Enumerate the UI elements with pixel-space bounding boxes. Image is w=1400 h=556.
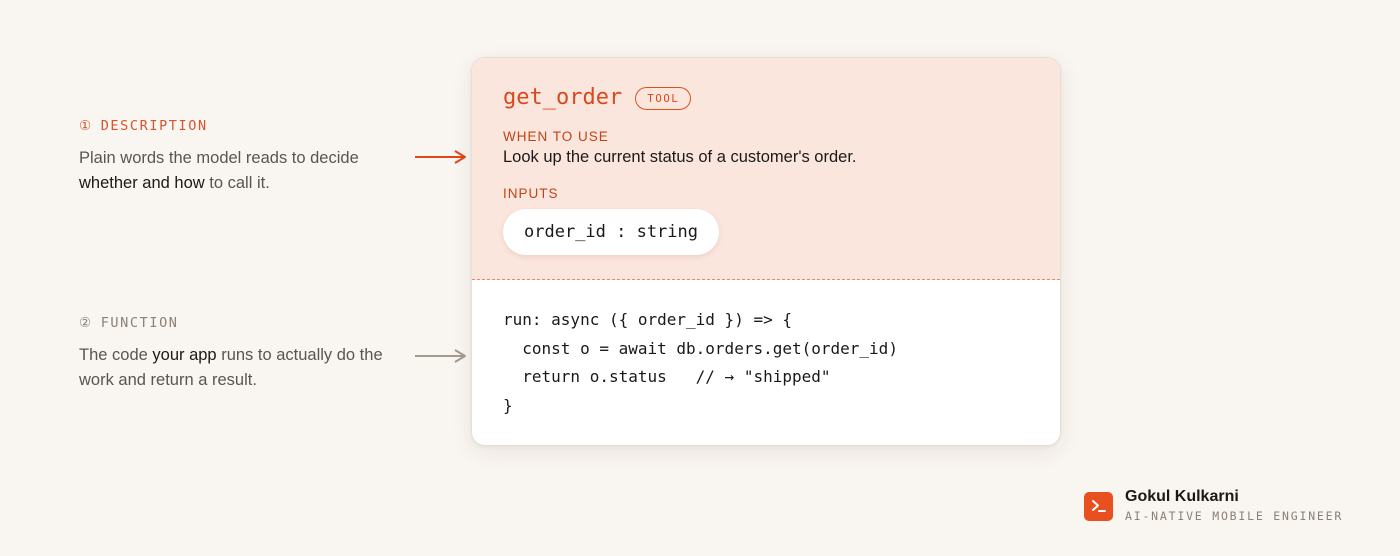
description-text: Plain words the model reads to decide wh… [79, 146, 409, 196]
description-text-part: Plain words the model reads to decide [79, 149, 359, 167]
code-line: return o.status // → "shipped" [503, 367, 831, 386]
code-line: const o = await db.orders.get(order_id) [503, 338, 898, 358]
description-label: ① DESCRIPTION [79, 117, 409, 135]
description-text-part: to call it. [204, 174, 270, 192]
author-signature: Gokul Kulkarni AI-NATIVE MOBILE ENGINEER [1084, 488, 1343, 524]
function-arrow-icon [415, 349, 466, 363]
code-line: run: async ({ order_id }) => { [503, 310, 792, 329]
function-number: ② [79, 315, 93, 331]
when-to-use-label: WHEN TO USE [503, 129, 609, 144]
function-text-part: The code [79, 346, 153, 364]
function-annotation: ② FUNCTION The code your app runs to act… [79, 314, 409, 393]
tool-name: get_order [503, 85, 623, 110]
author-role: AI-NATIVE MOBILE ENGINEER [1125, 509, 1344, 523]
function-label-text: FUNCTION [100, 315, 179, 331]
tool-card: get_order TOOL WHEN TO USE Look up the c… [471, 57, 1061, 446]
function-label: ② FUNCTION [79, 314, 409, 332]
description-arrow-icon [415, 150, 466, 164]
function-emphasis: your app [152, 346, 217, 364]
tool-description-section: get_order TOOL WHEN TO USE Look up the c… [472, 58, 1060, 280]
function-code-block: run: async ({ order_id }) => { const o =… [503, 306, 898, 420]
terminal-logo-icon [1084, 491, 1113, 521]
inputs-label: INPUTS [503, 186, 559, 201]
code-line: } [503, 395, 513, 415]
author-info: Gokul Kulkarni AI-NATIVE MOBILE ENGINEER [1125, 488, 1343, 524]
description-label-text: DESCRIPTION [100, 118, 208, 134]
when-to-use-text: Look up the current status of a customer… [503, 148, 857, 166]
description-annotation: ① DESCRIPTION Plain words the model read… [79, 117, 409, 196]
tool-header: get_order TOOL [503, 84, 692, 112]
input-parameter-pill: order_id : string [503, 209, 719, 255]
function-text: The code your app runs to actually do th… [79, 343, 409, 393]
description-number: ① [79, 118, 93, 134]
tool-badge: TOOL [635, 86, 692, 110]
author-name: Gokul Kulkarni [1125, 488, 1239, 505]
description-emphasis: whether and how [79, 174, 205, 192]
